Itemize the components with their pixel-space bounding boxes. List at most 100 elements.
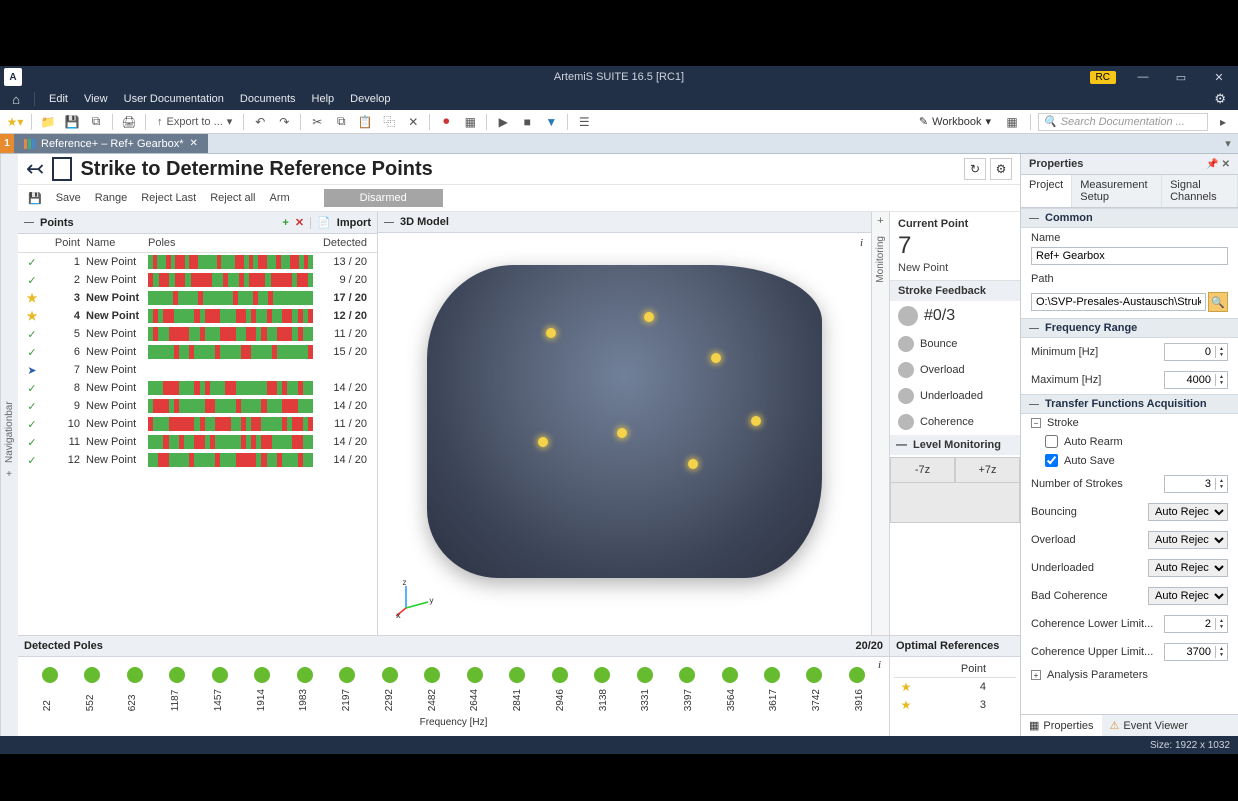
star-icon[interactable]: ★▾ xyxy=(4,111,26,133)
points-row[interactable]: ✓1New Point13 / 20 xyxy=(18,253,377,271)
points-row[interactable]: ✓6New Point15 / 20 xyxy=(18,343,377,361)
pole-dot[interactable] xyxy=(212,667,228,683)
pole-dot[interactable] xyxy=(169,667,185,683)
points-row[interactable]: ✓8New Point14 / 20 xyxy=(18,379,377,397)
cut-icon[interactable]: ✂ xyxy=(306,111,328,133)
undo-icon[interactable]: ↶ xyxy=(249,111,271,133)
project-name-input[interactable] xyxy=(1031,247,1228,265)
tab-signal-channels[interactable]: Signal Channels xyxy=(1162,175,1238,207)
points-row[interactable]: ✓5New Point11 / 20 xyxy=(18,325,377,343)
menu-user-documentation[interactable]: User Documentation xyxy=(116,93,232,105)
points-row[interactable]: ✓10New Point11 / 20 xyxy=(18,415,377,433)
browse-path-button[interactable]: 🔍 xyxy=(1208,292,1228,312)
save-all-icon[interactable]: ⧉ xyxy=(85,111,107,133)
redo-icon[interactable]: ↷ xyxy=(273,111,295,133)
coh-upper-input[interactable] xyxy=(1165,646,1215,658)
close-button[interactable]: ✕ xyxy=(1200,66,1238,88)
footer-tab-event-viewer[interactable]: ⚠ Event Viewer xyxy=(1102,715,1196,736)
points-row[interactable]: ★3New Point17 / 20 xyxy=(18,289,377,307)
auto-save-checkbox[interactable]: Auto Save xyxy=(1021,451,1238,470)
save-action[interactable]: Save xyxy=(56,192,81,204)
num-strokes-input[interactable] xyxy=(1165,478,1215,490)
import-icon[interactable]: 📄 xyxy=(317,216,331,229)
pole-dot[interactable] xyxy=(424,667,440,683)
navigation-sidebar[interactable]: + Navigationbar xyxy=(0,154,18,736)
settings-button[interactable]: ⚙ xyxy=(990,158,1012,180)
open-folder-icon[interactable]: 📁 xyxy=(37,111,59,133)
add-point-button[interactable]: + xyxy=(282,217,288,229)
auto-rearm-checkbox[interactable]: Auto Rearm xyxy=(1021,432,1238,451)
export-button[interactable]: ↑ Export to ... ▾ xyxy=(151,111,238,133)
pole-dot[interactable] xyxy=(552,667,568,683)
pin-icon[interactable]: 📌 ✕ xyxy=(1206,159,1230,170)
print-icon[interactable]: 🖨 xyxy=(118,111,140,133)
tab-dropdown-icon[interactable]: ▾ xyxy=(1218,134,1238,153)
pole-dot[interactable] xyxy=(679,667,695,683)
reject-last-action[interactable]: Reject Last xyxy=(141,192,196,204)
points-row[interactable]: ✓2New Point9 / 20 xyxy=(18,271,377,289)
search-go-icon[interactable]: ▸ xyxy=(1212,111,1234,133)
pole-dot[interactable] xyxy=(594,667,610,683)
pole-dot[interactable] xyxy=(127,667,143,683)
pole-dot[interactable] xyxy=(467,667,483,683)
search-input[interactable]: 🔍Search Documentation ... xyxy=(1038,113,1208,131)
points-row[interactable]: ✓9New Point14 / 20 xyxy=(18,397,377,415)
document-tab[interactable]: Reference+ – Ref+ Gearbox* ✕ xyxy=(14,134,208,153)
workbook-button[interactable]: ✎ Workbook ▾ xyxy=(913,115,997,128)
bouncing-select[interactable]: Auto Reject xyxy=(1148,503,1228,521)
tab-measurement-setup[interactable]: Measurement Setup xyxy=(1072,175,1162,207)
optref-row[interactable]: ★3 xyxy=(894,696,1016,714)
points-row[interactable]: ✓11New Point14 / 20 xyxy=(18,433,377,451)
gear-icon[interactable]: ⚙ xyxy=(1206,91,1234,107)
pole-dot[interactable] xyxy=(254,667,270,683)
collapse-icon[interactable]: — xyxy=(1029,323,1039,334)
tab-project[interactable]: Project xyxy=(1021,175,1072,207)
monitor-expand-icon[interactable]: + xyxy=(874,212,886,230)
coh-lower-input[interactable] xyxy=(1165,618,1215,630)
minimize-button[interactable]: — xyxy=(1124,66,1162,88)
collapse-icon[interactable]: — xyxy=(1029,213,1039,224)
menu-documents[interactable]: Documents xyxy=(232,93,304,105)
points-row[interactable]: ✓12New Point14 / 20 xyxy=(18,451,377,469)
pole-dot[interactable] xyxy=(382,667,398,683)
stop-icon[interactable]: ■ xyxy=(516,111,538,133)
pole-dot[interactable] xyxy=(849,667,865,683)
pole-dot[interactable] xyxy=(806,667,822,683)
freq-min-input[interactable] xyxy=(1165,346,1215,358)
paste-icon[interactable]: 📋 xyxy=(354,111,376,133)
filter-icon[interactable]: ▼ xyxy=(540,111,562,133)
collapse-icon[interactable]: — xyxy=(24,217,34,228)
menu-edit[interactable]: Edit xyxy=(41,93,76,105)
optref-row[interactable]: ★4 xyxy=(894,678,1016,696)
bad-coherence-select[interactable]: Auto Reject xyxy=(1148,587,1228,605)
model-viewport[interactable]: i z y xyxy=(378,233,871,635)
save-icon[interactable]: 💾 xyxy=(61,111,83,133)
info-icon[interactable]: i xyxy=(878,659,881,671)
duplicate-icon[interactable]: ⿻ xyxy=(378,111,400,133)
pole-dot[interactable] xyxy=(509,667,525,683)
remove-point-button[interactable]: ✕ xyxy=(295,216,304,229)
points-row[interactable]: ➤7New Point xyxy=(18,361,377,379)
play-icon[interactable]: ▶ xyxy=(492,111,514,133)
freq-max-input[interactable] xyxy=(1165,374,1215,386)
pole-dot[interactable] xyxy=(297,667,313,683)
collapse-icon[interactable]: — xyxy=(384,217,394,228)
save-icon-small[interactable]: 💾 xyxy=(28,192,42,205)
pole-dot[interactable] xyxy=(637,667,653,683)
nav-expand-icon[interactable]: + xyxy=(7,469,13,480)
refresh-button[interactable]: ↻ xyxy=(964,158,986,180)
collapse-icon[interactable]: — xyxy=(1029,399,1039,410)
tab-close-icon[interactable]: ✕ xyxy=(189,138,197,149)
menu-view[interactable]: View xyxy=(76,93,116,105)
overload-select[interactable]: Auto Reject xyxy=(1148,531,1228,549)
info-icon[interactable]: i xyxy=(860,237,863,249)
pole-dot[interactable] xyxy=(42,667,58,683)
pole-dot[interactable] xyxy=(84,667,100,683)
grid-icon[interactable]: ▦ xyxy=(459,111,481,133)
back-icon[interactable]: ↢ xyxy=(26,156,44,182)
points-row[interactable]: ★4New Point12 / 20 xyxy=(18,307,377,325)
monitoring-sidebar[interactable]: + Monitoring xyxy=(872,212,890,635)
import-button[interactable]: Import xyxy=(337,217,371,229)
range-action[interactable]: Range xyxy=(95,192,127,204)
underloaded-select[interactable]: Auto Reject xyxy=(1148,559,1228,577)
